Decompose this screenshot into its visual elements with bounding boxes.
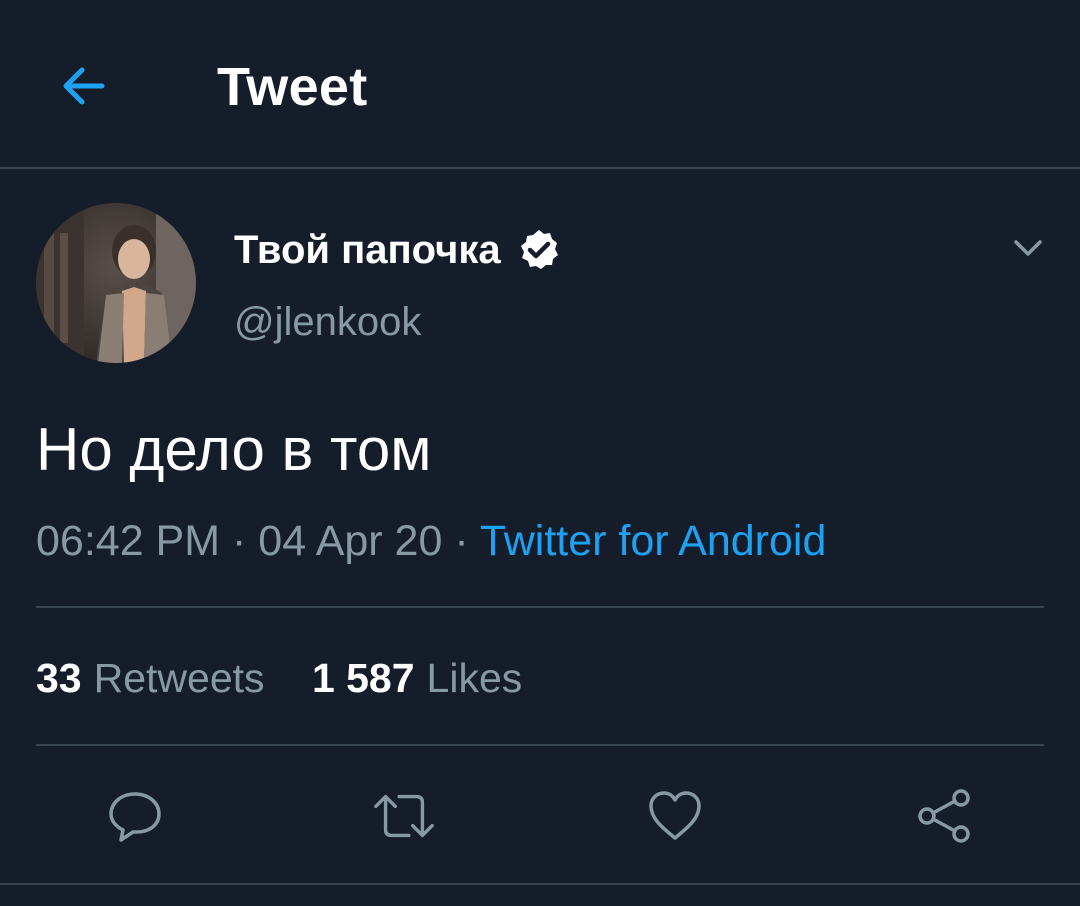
tweet-meta: 06:42 PM · 04 Apr 20 · Twitter for Andro…: [36, 513, 826, 569]
divider: [0, 883, 1080, 885]
share-button[interactable]: [913, 784, 977, 848]
tweet-stats: 33 Retweets 1 587 Likes: [36, 650, 558, 706]
meta-separator: ·: [454, 517, 469, 565]
retweets-count: 33: [36, 655, 82, 701]
chevron-down-icon: [1014, 240, 1042, 256]
tweet-date: 04 Apr 20: [258, 517, 443, 565]
avatar[interactable]: [36, 203, 196, 363]
page-title: Tweet: [217, 57, 368, 117]
arrow-left-icon: [63, 67, 105, 105]
retweet-icon: [374, 794, 434, 838]
reply-button[interactable]: [103, 784, 167, 848]
meta-separator: ·: [232, 517, 247, 565]
like-button[interactable]: [643, 784, 707, 848]
tweet-text: Но дело в том: [36, 416, 432, 483]
divider: [36, 606, 1044, 608]
avatar-image: [36, 203, 196, 363]
tweet-time: 06:42 PM: [36, 517, 221, 565]
likes-stat[interactable]: 1 587 Likes: [312, 650, 522, 706]
verified-badge-icon: [517, 228, 561, 272]
share-icon: [918, 789, 970, 843]
divider: [36, 744, 1044, 746]
retweets-stat[interactable]: 33 Retweets: [36, 650, 265, 706]
reply-icon: [109, 792, 161, 842]
username[interactable]: @jlenkook: [234, 294, 421, 350]
heart-icon: [649, 791, 701, 840]
top-app-bar: Tweet: [0, 0, 1080, 169]
retweets-label: Retweets: [93, 655, 265, 701]
back-button[interactable]: [52, 54, 116, 118]
tweet-options-button[interactable]: [1006, 226, 1050, 270]
tweet-detail-screen: Tweet Твой папочка @jlenkook Но дело в т…: [0, 0, 1080, 906]
tweet-source-link[interactable]: Twitter for Android: [480, 517, 827, 565]
display-name: Твой папочка: [234, 228, 501, 272]
likes-label: Likes: [426, 655, 523, 701]
author-name-row[interactable]: Твой папочка: [234, 222, 561, 278]
retweet-button[interactable]: [372, 784, 436, 848]
likes-count: 1 587: [311, 655, 415, 701]
